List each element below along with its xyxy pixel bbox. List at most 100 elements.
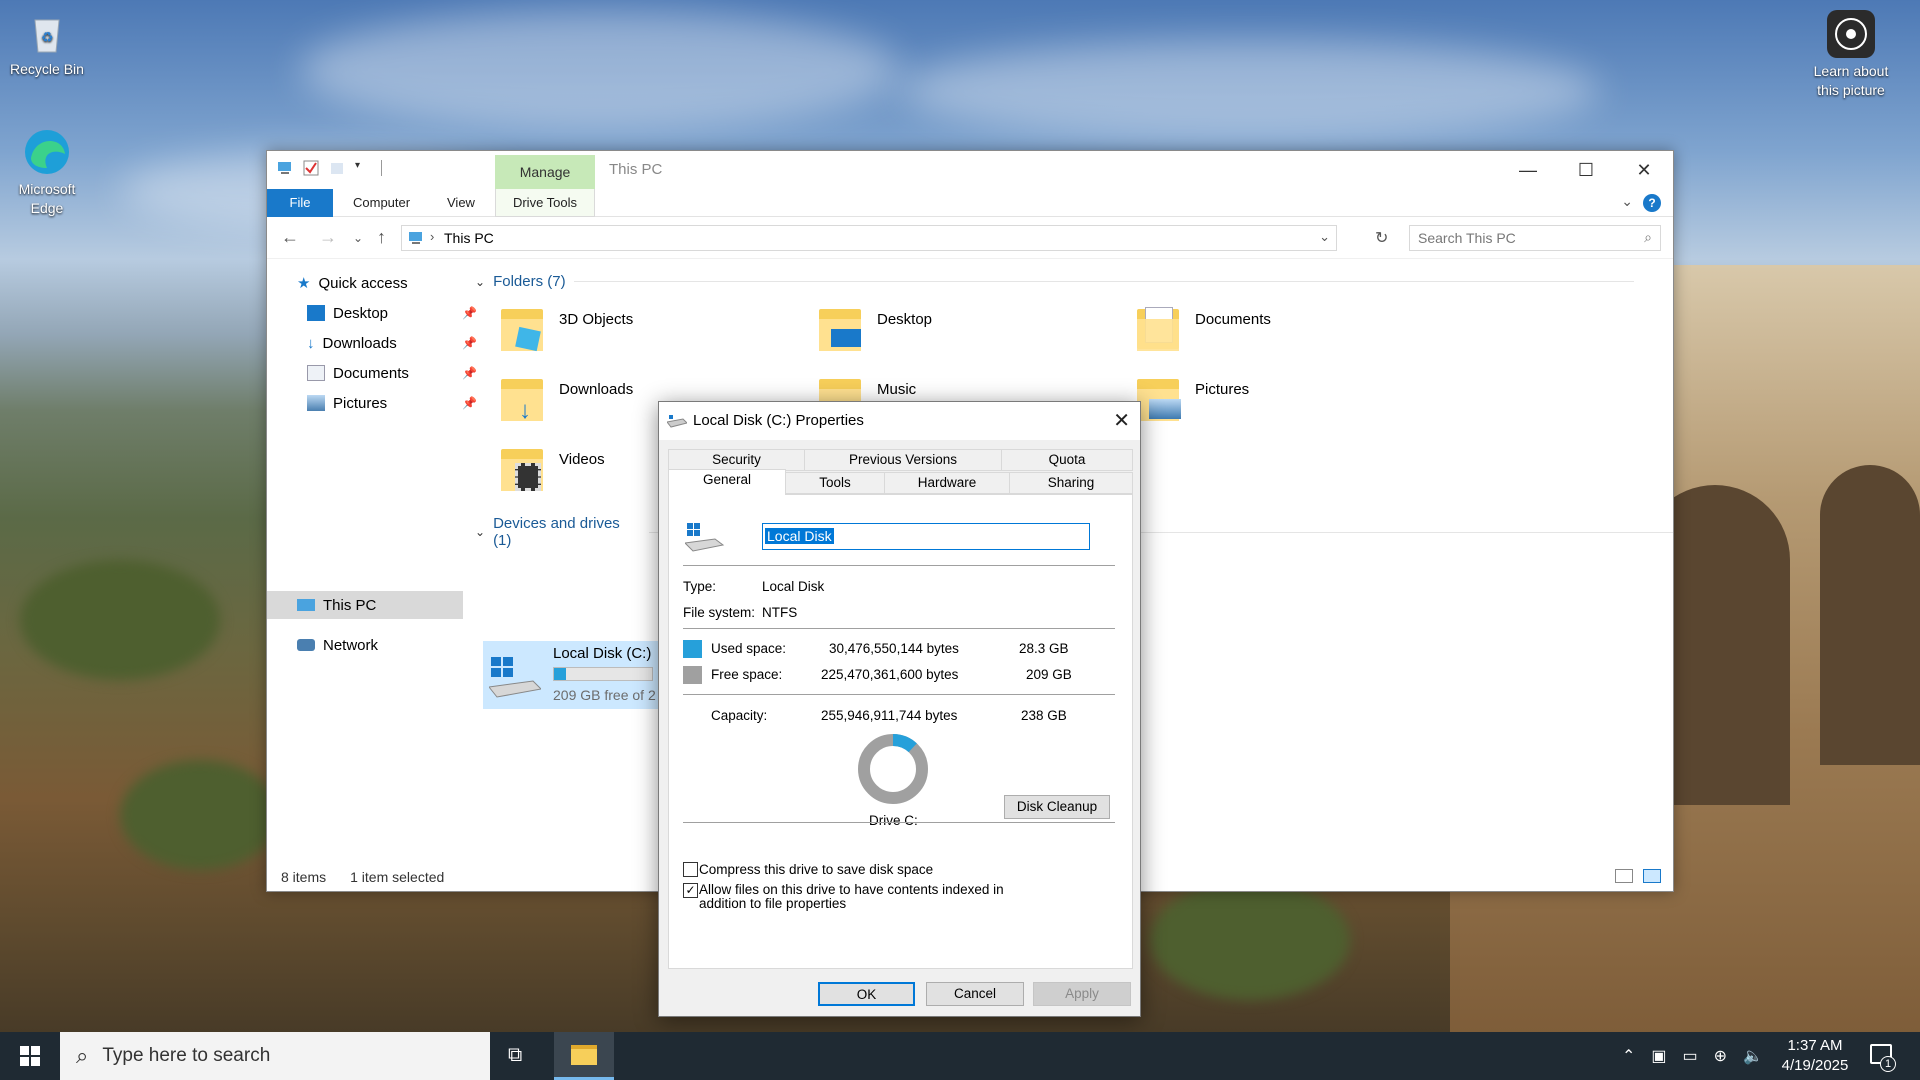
tab-security[interactable]: Security <box>668 449 805 471</box>
notification-count-badge: 1 <box>1880 1056 1896 1072</box>
computer-icon[interactable] <box>277 160 293 176</box>
sidebar-item-network[interactable]: Network <box>297 633 473 657</box>
sidebar-item-desktop[interactable]: Desktop 📌 <box>307 301 483 325</box>
tab-computer[interactable]: Computer <box>339 189 424 217</box>
sidebar-item-quick-access[interactable]: ★ Quick access <box>297 271 473 295</box>
folder-item[interactable]: Desktop <box>817 305 932 353</box>
taskbar: ⌕ Type here to search ⧉ ⌃ ▣ ▭ ⊕ 🔈 1:37 A… <box>0 1032 1920 1080</box>
sidebar-item-this-pc[interactable]: This PC <box>297 593 473 617</box>
tab-sharing[interactable]: Sharing <box>1009 472 1133 494</box>
used-space-bytes: 30,476,550,144 bytes <box>829 641 959 656</box>
index-label[interactable]: Allow files on this drive to have conten… <box>699 883 1029 911</box>
tab-general[interactable]: General <box>668 469 786 495</box>
breadcrumb-chevron-icon: › <box>430 229 435 244</box>
folders-group-header[interactable]: ⌄ Folders (7) <box>475 273 1634 290</box>
drive-name-value: Local Disk <box>765 528 834 544</box>
drive-name-input[interactable]: Local Disk <box>762 523 1090 550</box>
address-bar[interactable]: › This PC ⌄ <box>401 225 1337 251</box>
folder-item[interactable]: 3D Objects <box>499 305 633 353</box>
pictures-icon <box>307 395 325 411</box>
large-icons-view-icon[interactable] <box>1643 869 1661 883</box>
folder-item[interactable]: Documents <box>1135 305 1271 353</box>
dialog-tabs: Security Previous Versions Quota General… <box>668 449 1133 495</box>
capacity-bytes: 255,946,911,744 bytes <box>821 708 958 723</box>
battery-icon[interactable]: ▭ <box>1683 1046 1698 1066</box>
sidebar-item-label: This PC <box>323 596 377 614</box>
network-globe-icon[interactable]: ⊕ <box>1714 1046 1727 1066</box>
tab-previous-versions[interactable]: Previous Versions <box>804 449 1002 471</box>
recent-locations-icon[interactable]: ⌄ <box>353 231 363 245</box>
expand-ribbon-icon[interactable]: ⌄ <box>1621 193 1633 210</box>
used-space-swatch <box>683 640 702 658</box>
device-icon[interactable]: ▣ <box>1651 1046 1666 1066</box>
free-space-swatch <box>683 666 702 684</box>
index-checkbox[interactable]: ✓ <box>683 883 698 898</box>
sidebar-item-label: Desktop <box>333 304 389 322</box>
chevron-down-icon[interactable]: ▾ <box>355 160 371 176</box>
desktop-icon-edge[interactable]: Microsoft Edge <box>2 128 92 218</box>
folder-label: Documents <box>1195 311 1271 328</box>
windows-start-icon[interactable] <box>0 1032 60 1080</box>
details-view-icon[interactable] <box>1615 869 1633 883</box>
forward-arrow-icon[interactable]: → <box>319 227 337 248</box>
tab-manage[interactable]: Manage <box>495 155 595 189</box>
breadcrumb[interactable]: This PC <box>444 230 494 246</box>
tab-tools[interactable]: Tools <box>785 472 885 494</box>
selection-count: 1 item selected <box>350 869 445 885</box>
apply-button[interactable]: Apply <box>1033 982 1131 1006</box>
group-title: Folders (7) <box>493 273 566 290</box>
drive-item-local-disk[interactable]: Local Disk (C:) 209 GB free of 2 <box>483 641 663 709</box>
address-row: ← → ⌄ ↑ › This PC ⌄ ↻ Search This PC ⌕ <box>267 217 1673 259</box>
search-input[interactable]: Search This PC ⌕ <box>1409 225 1661 251</box>
tab-hardware[interactable]: Hardware <box>884 472 1010 494</box>
sidebar-item-documents[interactable]: Documents 📌 <box>307 361 483 385</box>
task-view-icon[interactable]: ⧉ <box>508 1044 522 1067</box>
desktop-icon-learn-about-picture[interactable]: Learn about this picture <box>1806 10 1896 100</box>
taskbar-search-box[interactable]: ⌕ Type here to search <box>60 1032 490 1080</box>
tab-file[interactable]: File <box>267 189 333 217</box>
folder-item[interactable]: Pictures <box>1135 375 1249 423</box>
camera-icon <box>1827 10 1875 58</box>
disk-cleanup-button[interactable]: Disk Cleanup <box>1004 795 1110 819</box>
minimize-button[interactable]: — <box>1499 151 1557 189</box>
properties-icon[interactable] <box>303 160 319 176</box>
cancel-button[interactable]: Cancel <box>926 982 1024 1006</box>
compress-label[interactable]: Compress this drive to save disk space <box>699 862 933 877</box>
back-arrow-icon[interactable]: ← <box>281 227 299 248</box>
folder-item[interactable]: Videos <box>499 445 605 493</box>
folder-item[interactable]: ↓ Downloads <box>499 375 633 424</box>
tab-view[interactable]: View <box>433 189 489 217</box>
document-icon <box>307 365 325 381</box>
properties-dialog[interactable]: Local Disk (C:) Properties ✕ Security Pr… <box>658 401 1141 1017</box>
drive-usage-fill <box>554 668 566 680</box>
new-folder-icon[interactable] <box>329 160 345 176</box>
folder-label: 3D Objects <box>559 311 634 328</box>
folder-label: Videos <box>559 451 605 468</box>
clock[interactable]: 1:37 AM 4/19/2025 <box>1770 1032 1860 1080</box>
compress-checkbox[interactable] <box>683 862 698 877</box>
desktop-icon-label: Recycle Bin <box>10 61 84 77</box>
desktop-icon-recycle-bin[interactable]: ♻ Recycle Bin <box>2 8 92 79</box>
close-button[interactable]: ✕ <box>1615 151 1673 189</box>
desktop-icon <box>307 305 325 321</box>
tab-quota[interactable]: Quota <box>1001 449 1133 471</box>
dialog-title-bar[interactable]: Local Disk (C:) Properties ✕ <box>659 402 1140 440</box>
title-bar[interactable]: ▾ Manage This PC — ☐ ✕ <box>267 151 1673 189</box>
sidebar-item-downloads[interactable]: ↓ Downloads 📌 <box>307 331 483 355</box>
sidebar-item-pictures[interactable]: Pictures 📌 <box>307 391 483 415</box>
volume-icon[interactable]: 🔈 <box>1743 1046 1763 1066</box>
help-icon[interactable]: ? <box>1643 194 1661 212</box>
up-arrow-icon[interactable]: ↑ <box>377 227 386 248</box>
navigation-pane: ★ Quick access Desktop 📌 ↓ Downloads 📌 D… <box>267 261 477 851</box>
folder-label: Music <box>877 381 917 398</box>
sidebar-item-label: Pictures <box>333 394 388 412</box>
maximize-button[interactable]: ☐ <box>1557 151 1615 189</box>
refresh-icon[interactable]: ↻ <box>1375 228 1388 248</box>
tab-drive-tools[interactable]: Drive Tools <box>495 189 595 217</box>
ribbon-tabs: File Computer View Drive Tools ⌄ ? <box>267 189 1673 217</box>
chevron-up-icon[interactable]: ⌃ <box>1622 1046 1635 1066</box>
ok-button[interactable]: OK <box>818 982 915 1006</box>
address-dropdown-icon[interactable]: ⌄ <box>1319 229 1330 245</box>
file-explorer-taskbar-button[interactable] <box>554 1032 614 1080</box>
close-icon[interactable]: ✕ <box>1113 408 1130 433</box>
